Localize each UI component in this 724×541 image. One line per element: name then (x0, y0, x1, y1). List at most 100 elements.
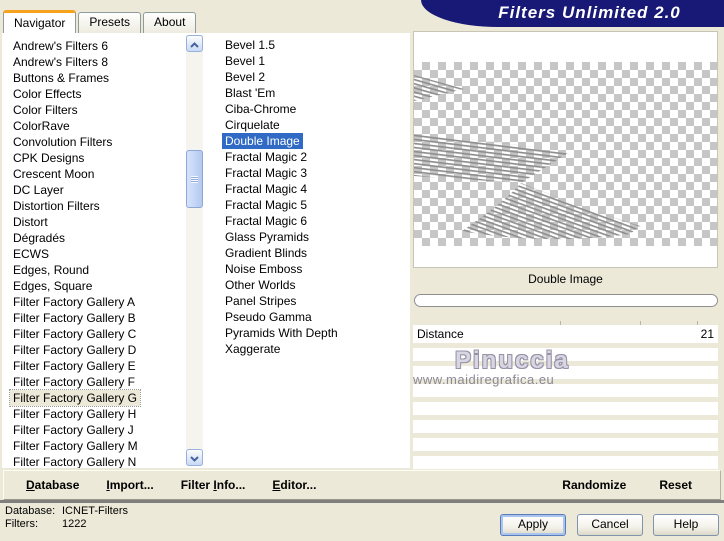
category-item-label: Edges, Square (13, 279, 93, 293)
category-item[interactable]: CPK Designs (2, 150, 186, 166)
filter-item[interactable]: Noise Emboss (214, 261, 410, 277)
category-item[interactable]: DC Layer (2, 182, 186, 198)
scrollbar-thumb[interactable] (186, 150, 203, 208)
toolbar-button[interactable]: Filter Info... (181, 478, 246, 492)
toolbar-shadow (0, 500, 724, 503)
category-item-label: ECWS (13, 247, 49, 261)
scroll-down-button[interactable] (186, 449, 203, 466)
filter-item-label: Xaggerate (225, 342, 281, 356)
category-item-label: Distortion Filters (13, 199, 100, 213)
filter-item[interactable]: Bevel 2 (214, 69, 410, 85)
toolbar-button[interactable]: Editor... (272, 478, 316, 492)
tab-bar: Navigator Presets About (3, 10, 198, 33)
status-row: Database: ICNET-Filters (5, 505, 128, 518)
category-item-label: Dégradés (13, 231, 66, 245)
slider-tick (640, 321, 641, 325)
filter-item[interactable]: Other Worlds (214, 277, 410, 293)
filter-item-label: Bevel 1 (225, 54, 266, 68)
category-item[interactable]: Distortion Filters (2, 198, 186, 214)
category-item[interactable]: Andrew's Filters 8 (2, 54, 186, 70)
tab-presets[interactable]: Presets (78, 12, 142, 33)
category-item[interactable]: ECWS (2, 246, 186, 262)
category-item[interactable]: Distort (2, 214, 186, 230)
filter-item[interactable]: Xaggerate (214, 341, 410, 357)
scroll-up-button[interactable] (186, 35, 203, 52)
filter-item[interactable]: Double Image (214, 133, 410, 149)
status-value: ICNET-Filters (62, 505, 128, 517)
category-item[interactable]: Color Effects (2, 86, 186, 102)
category-item[interactable]: Filter Factory Gallery J (2, 422, 186, 438)
selected-filter-name: Double Image (528, 272, 603, 286)
category-item[interactable]: Crescent Moon (2, 166, 186, 182)
category-item-label: Color Filters (13, 103, 78, 117)
category-item[interactable]: Buttons & Frames (2, 70, 186, 86)
category-item-label: Filter Factory Gallery M (13, 439, 138, 453)
category-item[interactable]: Filter Factory Gallery H (2, 406, 186, 422)
category-item[interactable]: Andrew's Filters 6 (2, 38, 186, 54)
tab-navigator[interactable]: Navigator (3, 10, 77, 33)
filter-item[interactable]: Gradient Blinds (214, 245, 410, 261)
category-item[interactable]: Filter Factory Gallery C (2, 326, 186, 342)
category-item[interactable]: ColorRave (2, 118, 186, 134)
category-item-label: Buttons & Frames (13, 71, 110, 85)
filter-item[interactable]: Fractal Magic 3 (214, 165, 410, 181)
category-item[interactable]: Convolution Filters (2, 134, 186, 150)
filter-item[interactable]: Bevel 1.5 (214, 37, 410, 53)
filter-item[interactable]: Cirquelate (214, 117, 410, 133)
scroll-up-icon (190, 37, 199, 51)
filter-item-label: Fractal Magic 2 (225, 150, 308, 164)
filter-item-label: Gradient Blinds (225, 246, 308, 260)
category-item[interactable]: Filter Factory Gallery D (2, 342, 186, 358)
category-item-label: Convolution Filters (13, 135, 113, 149)
filter-item-label: Fractal Magic 4 (225, 182, 308, 196)
toolbar-button[interactable]: Reset (659, 478, 692, 492)
empty-slider-row (413, 348, 718, 361)
category-item-label: Filter Factory Gallery A (13, 295, 136, 309)
filter-item-label: Panel Stripes (225, 294, 297, 308)
category-scrollbar[interactable] (186, 35, 203, 466)
category-item-label: Andrew's Filters 6 (13, 39, 108, 53)
transparency-checker (414, 62, 717, 246)
filter-item[interactable]: Panel Stripes (214, 293, 410, 309)
filter-item[interactable]: Bevel 1 (214, 53, 410, 69)
category-item[interactable]: Color Filters (2, 102, 186, 118)
category-item[interactable]: Filter Factory Gallery A (2, 294, 186, 310)
category-item-label: ColorRave (13, 119, 70, 133)
apply-button[interactable]: Apply (500, 514, 566, 536)
filter-item[interactable]: Pyramids With Depth (214, 325, 410, 341)
category-list: Andrew's Filters 6 Andrew's Filters 8 Bu… (2, 38, 186, 468)
category-item[interactable]: Filter Factory Gallery E (2, 358, 186, 374)
filter-item[interactable]: Pseudo Gamma (214, 309, 410, 325)
filter-item-label: Fractal Magic 5 (225, 198, 308, 212)
category-item[interactable]: Edges, Square (2, 278, 186, 294)
tab-about[interactable]: About (143, 12, 197, 33)
cancel-button[interactable]: Cancel (577, 514, 643, 536)
toolbar-left-group: Database Import... Filter Info... Editor... (4, 478, 316, 492)
category-item[interactable]: Filter Factory Gallery B (2, 310, 186, 326)
title-banner: Filters Unlimited 2.0 (421, 0, 724, 27)
category-item[interactable]: Filter Factory Gallery G (2, 389, 186, 407)
help-button[interactable]: Help (653, 514, 719, 536)
category-item[interactable]: Dégradés (2, 230, 186, 246)
empty-slider-row (413, 384, 718, 397)
filter-item[interactable]: Fractal Magic 2 (214, 149, 410, 165)
filter-item[interactable]: Fractal Magic 5 (214, 197, 410, 213)
category-item-label: Filter Factory Gallery H (13, 407, 137, 421)
toolbar-button[interactable]: Randomize (562, 478, 626, 492)
filter-item[interactable]: Fractal Magic 6 (214, 213, 410, 229)
toolbar-button[interactable]: Database (26, 478, 79, 492)
filter-item-label: Blast 'Em (225, 86, 276, 100)
filter-item[interactable]: Fractal Magic 4 (214, 181, 410, 197)
category-item[interactable]: Edges, Round (2, 262, 186, 278)
distance-slider[interactable]: Distance 21 (413, 321, 718, 343)
filter-item[interactable]: Glass Pyramids (214, 229, 410, 245)
toolbar-button[interactable]: Import... (106, 478, 153, 492)
category-item[interactable]: Filter Factory Gallery M (2, 438, 186, 454)
category-item[interactable]: Filter Factory Gallery N (2, 454, 186, 468)
category-item-label: CPK Designs (13, 151, 85, 165)
category-item-label: Distort (13, 215, 48, 229)
category-item[interactable]: Filter Factory Gallery F (2, 374, 186, 390)
filter-item[interactable]: Blast 'Em (214, 85, 410, 101)
filter-item[interactable]: Ciba-Chrome (214, 101, 410, 117)
status-label: Filters: (5, 518, 38, 530)
